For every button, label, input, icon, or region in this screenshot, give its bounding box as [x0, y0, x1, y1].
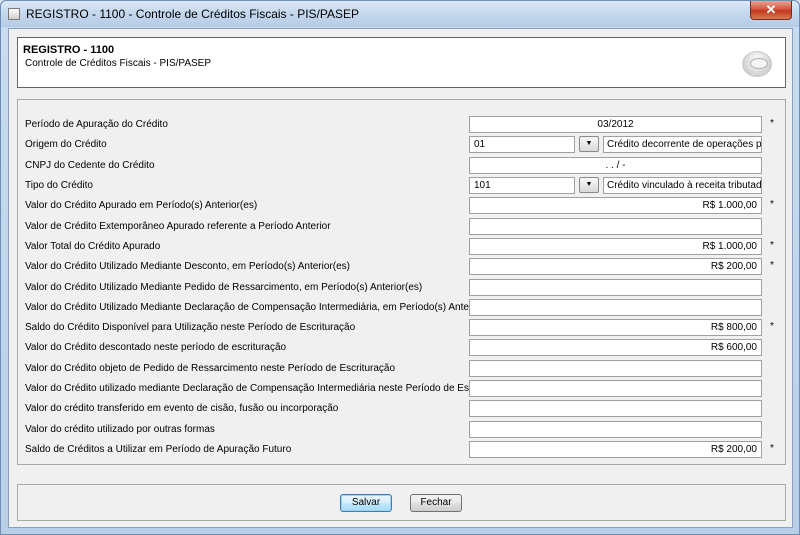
button-bar: Salvar Fechar — [17, 484, 786, 521]
utilizado-compensacao-anterior-input[interactable] — [469, 299, 762, 316]
field-label: Valor do Crédito Utilizado Mediante Decl… — [25, 302, 501, 313]
utilizado-ressarcimento-anterior-input[interactable] — [469, 279, 762, 296]
periodo-apuracao-input[interactable]: 03/2012 — [469, 116, 762, 133]
dialog-content: REGISTRO - 1100 Controle de Créditos Fis… — [8, 28, 793, 528]
ressarcimento-periodo-input[interactable] — [469, 360, 762, 377]
outras-formas-input[interactable] — [469, 421, 762, 438]
field-label: Valor do Crédito Apurado em Período(s) A… — [25, 200, 258, 211]
field-label: Origem do Crédito — [25, 139, 107, 150]
tipo-credito-dropdown-button[interactable]: ▼ — [579, 177, 599, 193]
descontado-periodo-input[interactable]: R$ 600,00 — [469, 339, 762, 356]
field-label: Valor de Crédito Extemporâneo Apurado re… — [25, 221, 331, 232]
close-window-button[interactable]: ✕ — [750, 1, 792, 20]
field-label: Valor do Crédito Utilizado Mediante Desc… — [25, 261, 350, 272]
field-label: Valor do crédito utilizado por outras fo… — [25, 424, 215, 435]
register-title: REGISTRO - 1100 — [23, 44, 115, 56]
saldo-futuro-input[interactable]: R$ 200,00 — [469, 441, 762, 458]
utilizado-desconto-anterior-input[interactable]: R$ 200,00 — [469, 258, 762, 275]
row-utilizado-compensacao-anterior: Valor do Crédito Utilizado Mediante Decl… — [18, 297, 785, 317]
field-label: Valor do crédito transferido em evento d… — [25, 403, 339, 414]
register-header: REGISTRO - 1100 Controle de Créditos Fis… — [17, 37, 786, 88]
row-total-credito-apurado: Valor Total do Crédito Apurado R$ 1.000,… — [18, 236, 785, 256]
row-origem-credito: Origem do Crédito 01 ▼ Crédito decorrent… — [18, 134, 785, 154]
field-label: Valor do Crédito descontado neste períod… — [25, 342, 287, 353]
origem-credito-code-input[interactable]: 01 — [469, 136, 575, 153]
row-utilizado-desconto-anterior: Valor do Crédito Utilizado Mediante Desc… — [18, 256, 785, 276]
row-cnpj-cedente: CNPJ do Cedente do Crédito . . / - — [18, 155, 785, 175]
dialog-window: REGISTRO - 1100 - Controle de Créditos F… — [0, 0, 800, 535]
field-label: Período de Apuração do Crédito — [25, 119, 168, 130]
row-compensacao-periodo: Valor do Crédito utilizado mediante Decl… — [18, 378, 785, 398]
compensacao-periodo-input[interactable] — [469, 380, 762, 397]
field-label: Saldo de Créditos a Utilizar em Período … — [25, 444, 292, 455]
origem-credito-description: Crédito decorrente de operações própr — [603, 136, 762, 153]
field-label: Valor do Crédito objeto de Pedido de Res… — [25, 363, 396, 374]
credito-extemporaneo-input[interactable] — [469, 218, 762, 235]
cnpj-cedente-input[interactable]: . . / - — [469, 157, 762, 174]
field-label: Tipo do Crédito — [25, 180, 93, 191]
required-mark: * — [770, 443, 774, 454]
required-mark: * — [770, 199, 774, 210]
origem-credito-dropdown-button[interactable]: ▼ — [579, 136, 599, 152]
database-icon — [742, 51, 772, 77]
app-icon — [8, 8, 20, 20]
field-label: CNPJ do Cedente do Crédito — [25, 160, 155, 171]
row-saldo-futuro: Saldo de Créditos a Utilizar em Período … — [18, 439, 785, 459]
tipo-credito-code-input[interactable]: 101 — [469, 177, 575, 194]
row-credito-apurado-anterior: Valor do Crédito Apurado em Período(s) A… — [18, 195, 785, 215]
row-descontado-periodo: Valor do Crédito descontado neste períod… — [18, 337, 785, 357]
credito-apurado-anterior-input[interactable]: R$ 1.000,00 — [469, 197, 762, 214]
saldo-disponivel-input[interactable]: R$ 800,00 — [469, 319, 762, 336]
window-title: REGISTRO - 1100 - Controle de Créditos F… — [26, 7, 359, 21]
row-outras-formas: Valor do crédito utilizado por outras fo… — [18, 419, 785, 439]
required-mark: * — [770, 260, 774, 271]
row-tipo-credito: Tipo do Crédito 101 ▼ Crédito vinculado … — [18, 175, 785, 195]
row-saldo-disponivel: Saldo do Crédito Disponível para Utiliza… — [18, 317, 785, 337]
field-label: Valor do Crédito Utilizado Mediante Pedi… — [25, 282, 423, 293]
row-periodo-apuracao: Período de Apuração do Crédito 03/2012 * — [18, 114, 785, 134]
register-subtitle: Controle de Créditos Fiscais - PIS/PASEP — [25, 58, 211, 69]
field-label: Valor do Crédito utilizado mediante Decl… — [25, 383, 513, 394]
required-mark: * — [770, 118, 774, 129]
row-ressarcimento-periodo: Valor do Crédito objeto de Pedido de Res… — [18, 358, 785, 378]
total-credito-apurado-input[interactable]: R$ 1.000,00 — [469, 238, 762, 255]
credit-form: Período de Apuração do Crédito 03/2012 *… — [17, 99, 786, 465]
row-utilizado-ressarcimento-anterior: Valor do Crédito Utilizado Mediante Pedi… — [18, 277, 785, 297]
field-label: Saldo do Crédito Disponível para Utiliza… — [25, 322, 356, 333]
row-transferido-cisao: Valor do crédito transferido em evento d… — [18, 398, 785, 418]
row-credito-extemporaneo: Valor de Crédito Extemporâneo Apurado re… — [18, 216, 785, 236]
close-button[interactable]: Fechar — [410, 494, 462, 512]
transferido-cisao-input[interactable] — [469, 400, 762, 417]
field-label: Valor Total do Crédito Apurado — [25, 241, 161, 252]
required-mark: * — [770, 240, 774, 251]
tipo-credito-description: Crédito vinculado à receita tributada n — [603, 177, 762, 194]
title-bar[interactable]: REGISTRO - 1100 - Controle de Créditos F… — [1, 1, 799, 27]
save-button[interactable]: Salvar — [340, 494, 392, 512]
required-mark: * — [770, 321, 774, 332]
